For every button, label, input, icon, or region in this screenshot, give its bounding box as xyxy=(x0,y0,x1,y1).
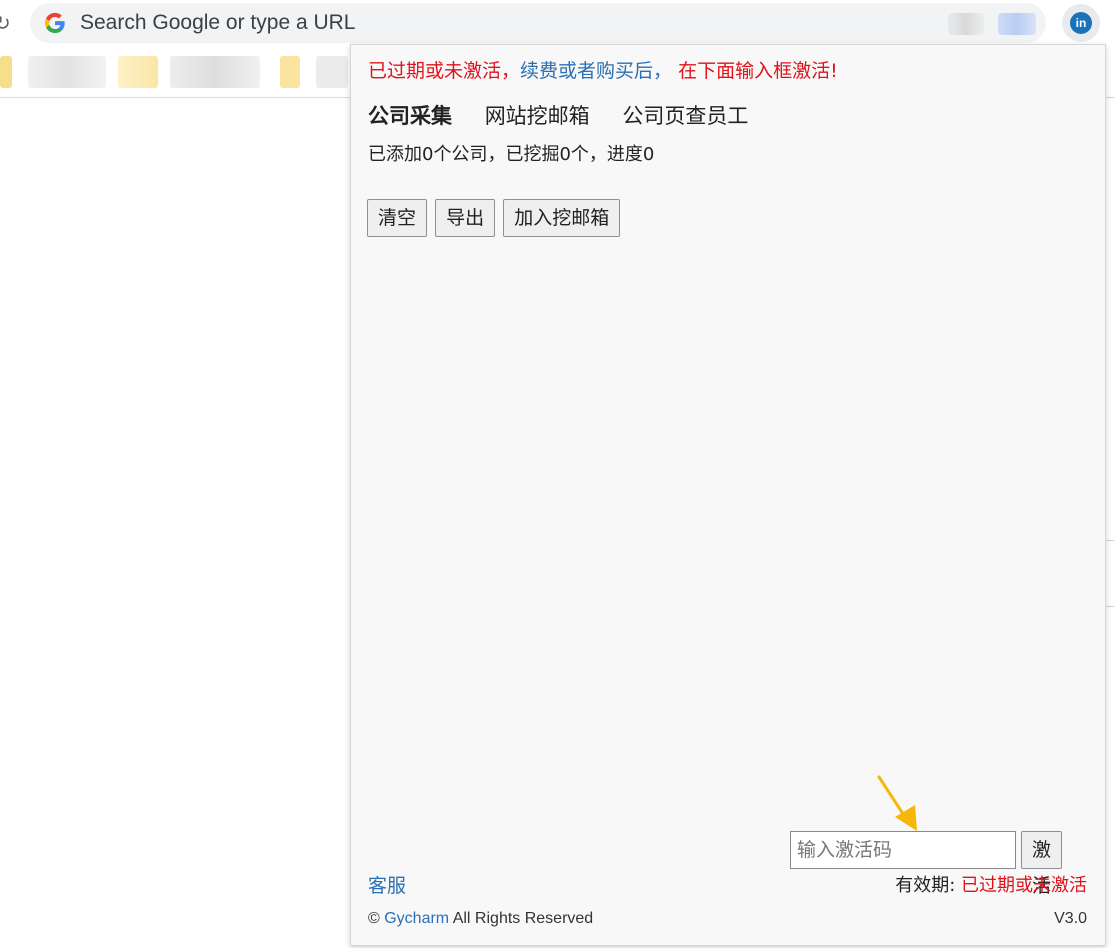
tab-company-collect[interactable]: 公司采集 xyxy=(368,103,452,129)
tab-website-email[interactable]: 网站挖邮箱 xyxy=(485,103,590,129)
validity-value: 已过期或未激活 xyxy=(961,875,1087,896)
export-button[interactable]: 导出 xyxy=(435,199,496,237)
blurred-bookmark[interactable] xyxy=(316,56,348,88)
feature-tabs: 公司采集 网站挖邮箱 公司页查员工 xyxy=(368,103,774,129)
blurred-bookmark[interactable] xyxy=(0,56,12,88)
activate-below-text: 在下面输入框激活! xyxy=(672,60,838,82)
action-buttons: 清空 导出 加入挖邮箱 xyxy=(367,199,623,237)
copyright-symbol: © xyxy=(368,910,385,927)
linkedin-icon: in xyxy=(1070,12,1092,34)
activate-button[interactable]: 激活 xyxy=(1021,831,1063,897)
blurred-bookmark[interactable] xyxy=(28,56,106,88)
version-label: V3.0 xyxy=(1054,910,1087,927)
copyright-footer: © Gycharm All Rights Reserved xyxy=(368,909,593,929)
customer-service-link[interactable]: 客服 xyxy=(368,874,406,898)
google-logo-icon xyxy=(44,12,65,34)
validity-status: 有效期: 已过期或未激活 xyxy=(895,874,1087,898)
add-to-mining-button[interactable]: 加入挖邮箱 xyxy=(503,199,621,237)
validity-label: 有效期: xyxy=(895,875,961,896)
blurred-bookmark[interactable] xyxy=(170,56,260,88)
progress-status: 已添加0个公司，已挖掘0个，进度0 xyxy=(368,144,655,165)
omnibox[interactable]: Search Google or type a URL xyxy=(30,3,1046,43)
page-edge-line xyxy=(1106,606,1114,607)
clear-button[interactable]: 清空 xyxy=(367,199,428,237)
activation-notice: 已过期或未激活，续费或者购买后， 在下面输入框激活! xyxy=(368,59,838,83)
reload-icon[interactable]: ↻ xyxy=(0,12,10,34)
blurred-bookmark[interactable] xyxy=(118,56,158,88)
browser-toolbar: ↻ Search Google or type a URL in xyxy=(0,0,1114,48)
expired-notice-text: 已过期或未激活， xyxy=(368,60,521,82)
extension-popup: 已过期或未激活，续费或者购买后， 在下面输入框激活! 公司采集 网站挖邮箱 公司… xyxy=(350,44,1106,946)
page-edge-line xyxy=(1106,540,1114,541)
renew-link[interactable]: 续费或者购买后， xyxy=(520,60,672,82)
tab-company-employees[interactable]: 公司页查员工 xyxy=(622,103,748,129)
pointer-arrow-icon xyxy=(877,775,917,831)
blurred-bookmark[interactable] xyxy=(280,56,300,88)
activation-code-input[interactable] xyxy=(790,831,1016,869)
omnibox-placeholder: Search Google or type a URL xyxy=(80,11,356,34)
blurred-omnibox-icon xyxy=(998,13,1036,35)
linkedin-extension-icon[interactable]: in xyxy=(1062,4,1100,42)
blurred-omnibox-icon xyxy=(948,13,984,35)
page-edge-line xyxy=(1106,97,1114,98)
brand-link[interactable]: Gycharm xyxy=(384,910,449,927)
rights-text: All Rights Reserved xyxy=(449,910,594,927)
